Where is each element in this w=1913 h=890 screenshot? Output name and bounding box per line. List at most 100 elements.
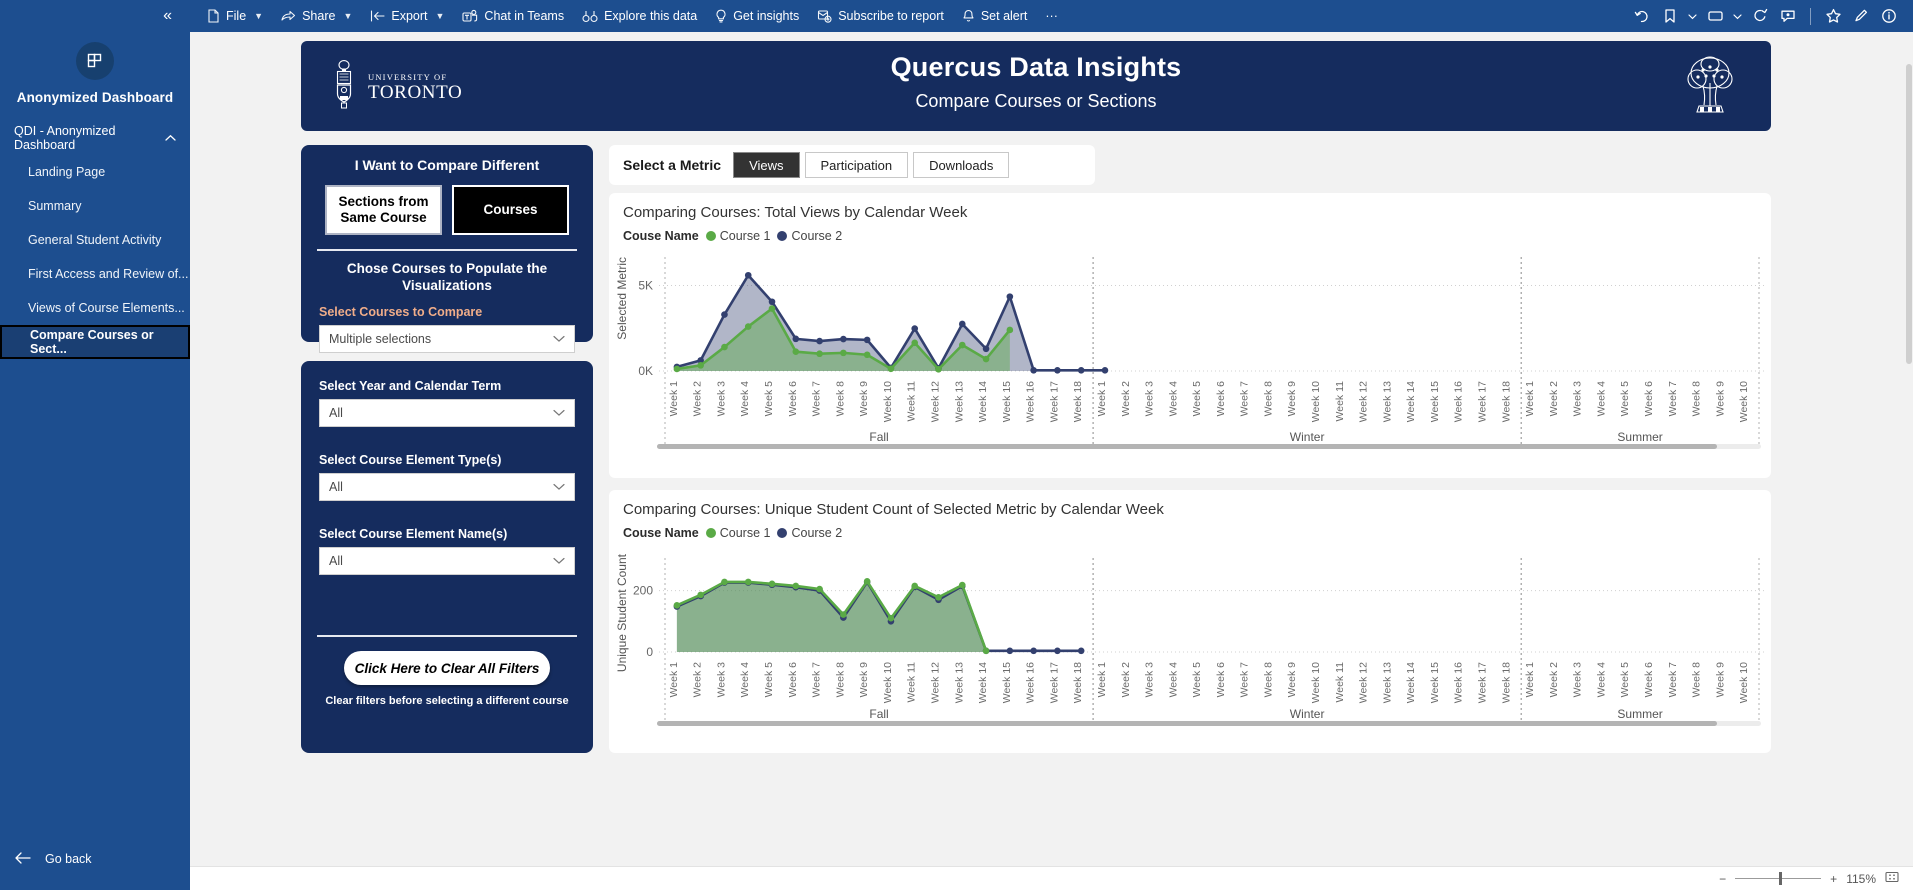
clear-all-filters-label: Click Here to Clear All Filters [354,660,540,676]
data-point [958,341,966,349]
go-back-button[interactable]: Go back [0,844,190,874]
workspace-title: Anonymized Dashboard [16,90,174,105]
tab-participation[interactable]: Participation [804,152,909,178]
report-canvas: UNIVERSITY OF TORONTO Quercus Data Insig… [190,32,1913,890]
x-tick-label: Week 18 [1500,662,1512,703]
ribbon-more-button[interactable]: ··· [1036,0,1067,32]
x-tick-label: Week 17 [1477,381,1489,422]
bookmark-chevron-icon[interactable] [1684,0,1701,32]
y-tick-label: 0K [638,364,653,378]
tab-views[interactable]: Views [733,152,800,178]
toggle-sections-from-same-course[interactable]: Sections from Same Course [325,185,442,235]
view-chevron-icon[interactable] [1729,0,1746,32]
toggle-courses[interactable]: Courses [452,185,569,235]
ribbon-set-alert-button[interactable]: Set alert [953,0,1037,32]
x-tick-label: Week 12 [1358,381,1370,422]
data-point [816,585,823,593]
bookmark-icon[interactable] [1656,0,1684,32]
ribbon-explore-data-label: Explore this data [604,9,698,23]
double-chevron-left-icon[interactable]: « [163,8,172,24]
sidebar-item-general-student-activity[interactable]: General Student Activity [0,223,190,257]
ribbon-subscribe-button[interactable]: Subscribe to report [808,0,953,32]
ribbon-export-label: Export [391,9,428,23]
zoom-level-label: 115% [1846,871,1876,886]
x-tick-label: Week 8 [1262,381,1274,417]
report-group-header[interactable]: QDI - Anonymized Dashboard [0,121,190,155]
data-point [863,351,871,359]
group-label: Summer [1617,707,1662,721]
x-tick-label: Week 6 [1643,662,1655,698]
x-tick-label: Week 7 [1239,662,1251,698]
ribbon-get-insights-button[interactable]: Get insights [706,0,808,32]
data-point [911,582,919,590]
x-tick-label: Week 17 [1048,381,1060,422]
scrollbar-thumb[interactable] [1906,64,1912,364]
x-tick-label: Week 10 [882,381,894,422]
sidebar-item-first-access-and-review[interactable]: First Access and Review of... [0,257,190,291]
ribbon-file-button[interactable]: File ▼ [198,0,272,32]
x-tick-label: Week 11 [1334,662,1346,703]
chart-plot-area[interactable]: Unique Student Count 0 200 Week 1 Week 2 Wee… [609,544,1771,726]
x-tick-label: Week 10 [1310,662,1322,703]
canvas-vertical-scrollbar[interactable] [1905,64,1913,890]
legend-item-course-2[interactable]: Course 2 [777,229,842,243]
zoom-slider[interactable] [1735,872,1822,885]
reset-icon[interactable] [1628,0,1656,32]
sidebar-item-landing-page[interactable]: Landing Page [0,155,190,189]
report-banner: UNIVERSITY OF TORONTO Quercus Data Insig… [301,41,1771,131]
ribbon-share-button[interactable]: Share ▼ [272,0,361,32]
legend-item-course-1[interactable]: Course 1 [705,526,770,540]
refresh-icon[interactable] [1746,0,1774,32]
x-tick-label: Week 10 [1738,662,1750,703]
x-tick-label: Week 13 [1381,662,1393,703]
chart-horizontal-scrollbar[interactable] [657,721,1761,726]
scrollbar-thumb[interactable] [657,444,1717,449]
filter-element-name-slicer[interactable]: All [319,547,575,575]
x-tick-label: Week 7 [1667,662,1679,698]
sidebar-item-views-of-course-elements[interactable]: Views of Course Elements... [0,291,190,325]
comment-icon[interactable] [1774,0,1802,32]
tab-downloads[interactable]: Downloads [913,152,1010,178]
chart-horizontal-scrollbar[interactable] [657,444,1761,449]
fit-to-page-icon[interactable] [1885,870,1899,887]
ribbon-explore-data-button[interactable]: Explore this data [573,0,706,32]
info-icon[interactable] [1875,0,1903,32]
data-point [982,355,990,363]
scrollbar-thumb[interactable] [657,721,1717,726]
sidebar-item-summary[interactable]: Summary [0,189,190,223]
chart-plot-area[interactable]: Selected Metric 0K 5K Week 1 Week 2 Week 3 We… [609,247,1771,449]
legend-item-course-1[interactable]: Course 1 [705,229,770,243]
zoom-in-button[interactable]: + [1830,872,1837,886]
clear-filters-note: Clear filters before selecting a differe… [325,695,569,707]
select-courses-slicer[interactable]: Multiple selections [319,324,575,353]
x-tick-label: Week 14 [1405,381,1417,422]
tab-label: Views [749,157,784,173]
compare-card-subheading: Chose Courses to Populate the Visualizat… [346,261,548,293]
sidebar-item-compare-courses-or-sections[interactable]: Compare Courses or Sect... [0,325,190,359]
data-point [721,578,728,586]
favorite-star-icon[interactable] [1819,0,1847,32]
data-point [1054,367,1061,374]
view-icon[interactable] [1701,0,1729,32]
x-tick-label: Week 7 [811,662,823,698]
filters-card-divider [317,635,577,637]
x-tick-label: Week 2 [692,662,704,698]
chart-card-total-views: Comparing Courses: Total Views by Calend… [609,193,1771,478]
edit-pencil-icon[interactable] [1847,0,1875,32]
x-tick-label: Week 3 [715,662,727,698]
x-tick-label: Week 2 [1120,381,1132,417]
toggle-label: Courses [483,202,538,218]
top-ribbon: « File ▼ Share ▼ Export ▼ Chat in Teams … [0,0,1913,32]
x-tick-label: Week 18 [1072,381,1084,422]
clear-all-filters-button[interactable]: Click Here to Clear All Filters [344,651,550,685]
x-tick-label: Week 4 [739,381,751,417]
zoom-slider-thumb[interactable] [1779,872,1783,885]
filter-element-type-slicer[interactable]: All [319,473,575,501]
legend-item-course-2[interactable]: Course 2 [777,526,842,540]
x-tick-label: Week 15 [1429,662,1441,703]
zoom-out-button[interactable]: − [1719,872,1726,886]
filter-year-term-slicer[interactable]: All [319,399,575,427]
ribbon-chat-in-teams-button[interactable]: Chat in Teams [453,0,573,32]
ribbon-export-button[interactable]: Export ▼ [361,0,453,32]
legend-label: Course 2 [791,229,843,243]
